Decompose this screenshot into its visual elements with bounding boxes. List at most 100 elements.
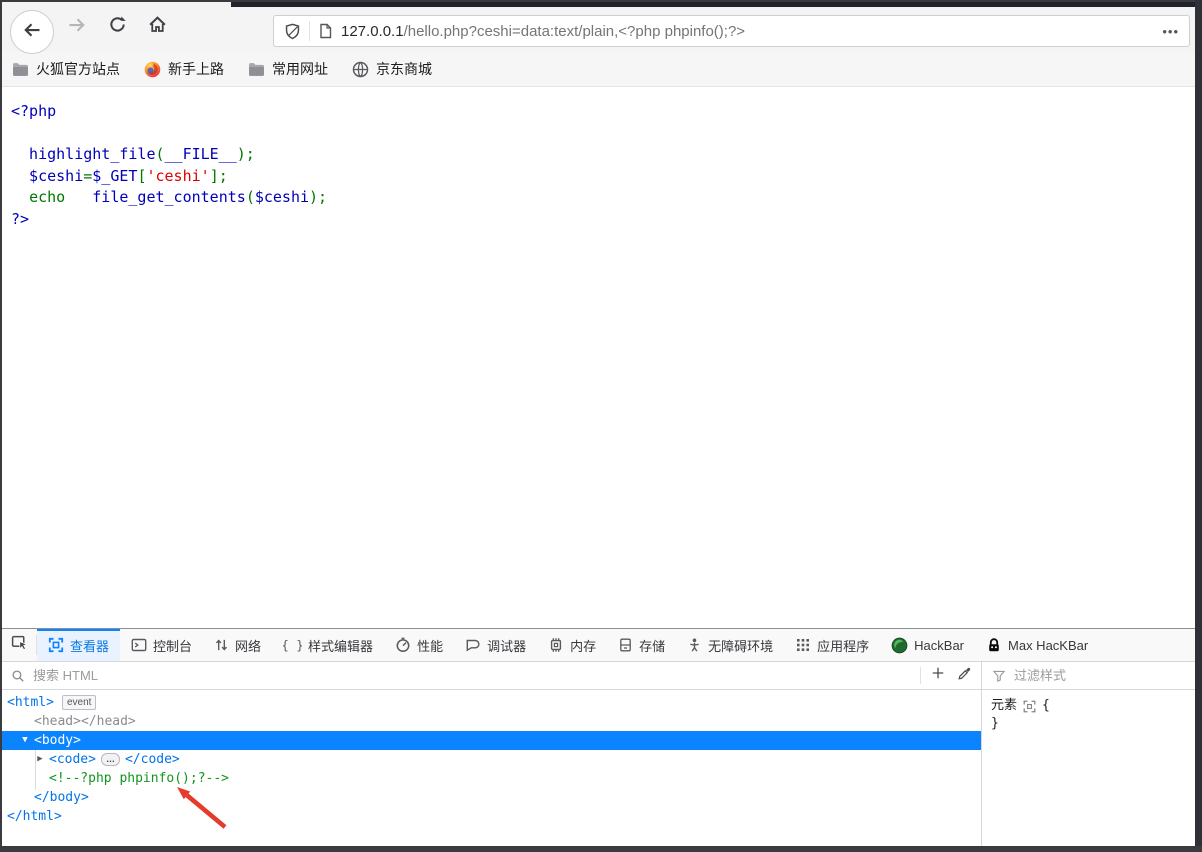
bookmark-item-common-sites[interactable]: 常用网址 bbox=[248, 59, 328, 79]
folder-icon bbox=[12, 62, 29, 77]
collapse-arrow-icon[interactable]: ▼ bbox=[19, 731, 31, 750]
code-token: ( bbox=[245, 188, 255, 206]
bookmark-label: 新手上路 bbox=[168, 61, 224, 77]
tab-storage[interactable]: 存储 bbox=[607, 629, 676, 661]
bookmark-item-firefox-official[interactable]: 火狐官方站点 bbox=[12, 59, 120, 79]
tab-application[interactable]: 应用程序 bbox=[784, 629, 880, 661]
tree-token: </code> bbox=[124, 752, 180, 767]
eyedropper-button[interactable] bbox=[951, 665, 977, 687]
devtools-body: <html> event <head></head> ▼ <body> ▶ <code>… <… bbox=[2, 690, 1195, 846]
tab-performance[interactable]: 性能 bbox=[384, 629, 454, 661]
tab-max-hackbar[interactable]: Max HacKBar bbox=[975, 629, 1099, 661]
forward-arrow-icon bbox=[67, 15, 87, 40]
tab-label: 存储 bbox=[639, 638, 666, 654]
window-frame-right bbox=[1195, 0, 1202, 852]
page-actions-button[interactable]: ••• bbox=[1154, 24, 1179, 39]
tab-hackbar[interactable]: HackBar bbox=[880, 629, 975, 661]
tracking-protection-icon[interactable] bbox=[284, 23, 301, 40]
tab-label: Max HacKBar bbox=[1008, 637, 1089, 653]
tree-row-html-close[interactable]: </html> bbox=[2, 807, 981, 826]
window-frame-left bbox=[0, 0, 2, 852]
tab-inspector[interactable]: 查看器 bbox=[37, 629, 121, 661]
reload-button[interactable] bbox=[103, 13, 131, 41]
code-token: 'ceshi' bbox=[146, 166, 210, 185]
tree-row-head[interactable]: <head></head> bbox=[2, 712, 981, 731]
accessibility-icon bbox=[687, 637, 702, 653]
reload-icon bbox=[108, 15, 127, 39]
home-button[interactable] bbox=[143, 13, 171, 41]
code-token: ?> bbox=[11, 209, 30, 228]
tree-token: </body> bbox=[34, 790, 89, 805]
performance-icon bbox=[395, 637, 411, 653]
devtools-toolbar: 查看器 控制台 网络 { } 样式编辑器 性能 调试器 内存 存储 无障碍环境 应用程序 HackBa… bbox=[2, 629, 1195, 662]
bookmark-item-jd-mall[interactable]: 京东商城 bbox=[352, 59, 432, 79]
tab-label: HackBar bbox=[914, 637, 965, 653]
code-token: = bbox=[83, 166, 93, 185]
code-token: echo bbox=[29, 188, 66, 206]
window-frame-top bbox=[0, 0, 1202, 2]
tab-label: 查看器 bbox=[70, 638, 110, 654]
memory-icon bbox=[548, 637, 564, 653]
search-icon bbox=[11, 669, 25, 683]
rule-selector: 元素 bbox=[991, 698, 1018, 713]
tree-row-html-open[interactable]: <html> event bbox=[2, 693, 981, 712]
tree-row-body-open[interactable]: ▼ <body> bbox=[2, 731, 981, 750]
add-node-button[interactable] bbox=[925, 665, 951, 687]
bookmark-label: 火狐官方站点 bbox=[36, 61, 120, 77]
tree-row-comment[interactable]: <!--?php phpinfo();?--> bbox=[2, 769, 981, 788]
lock-icon bbox=[986, 637, 1002, 654]
bookmark-item-getting-started[interactable]: 新手上路 bbox=[144, 59, 224, 79]
console-icon bbox=[131, 637, 147, 653]
event-badge[interactable]: event bbox=[61, 695, 97, 710]
code-line-4: echo file_get_contents($ceshi); bbox=[11, 187, 1195, 209]
tab-style-editor[interactable]: { } 样式编辑器 bbox=[272, 629, 384, 661]
tree-row-code[interactable]: ▶ <code> … </code> bbox=[2, 750, 981, 769]
eyedropper-icon bbox=[957, 666, 972, 686]
code-line-0: <?php bbox=[11, 101, 1195, 123]
tab-label: 控制台 bbox=[153, 638, 193, 654]
code-token: highlight_file bbox=[11, 145, 156, 163]
page-info-icon[interactable] bbox=[318, 23, 333, 39]
navigation-toolbar: 127.0.0.1/hello.php?ceshi=data:text/plai… bbox=[2, 2, 1195, 54]
tree-token: <body> bbox=[34, 733, 81, 748]
window-frame-bottom bbox=[0, 846, 1202, 852]
tree-row-body-close[interactable]: </body> bbox=[2, 788, 981, 807]
rule-brace-close: } bbox=[991, 716, 999, 731]
devtools-search-row bbox=[2, 662, 1195, 690]
collapsed-content-pill[interactable]: … bbox=[100, 753, 120, 766]
code-token: $ceshi bbox=[11, 166, 84, 185]
hackbar-icon bbox=[891, 637, 908, 654]
tab-debugger[interactable]: 调试器 bbox=[454, 629, 537, 661]
tab-console[interactable]: 控制台 bbox=[120, 629, 203, 661]
application-icon bbox=[795, 637, 811, 653]
expand-arrow-icon[interactable]: ▶ bbox=[34, 750, 46, 769]
back-button[interactable] bbox=[10, 10, 54, 54]
braces-icon: { } bbox=[283, 637, 302, 653]
tab-label: 调试器 bbox=[487, 638, 527, 654]
code-token: $_GET bbox=[92, 166, 138, 185]
selector-highlighter-icon[interactable] bbox=[1023, 700, 1036, 713]
search-html-input[interactable] bbox=[31, 667, 920, 684]
filter-styles-input[interactable] bbox=[1012, 667, 1195, 684]
tab-accessibility[interactable]: 无障碍环境 bbox=[676, 629, 784, 661]
url-bar[interactable]: 127.0.0.1/hello.php?ceshi=data:text/plai… bbox=[273, 15, 1190, 47]
code-line-2: highlight_file(__FILE__); bbox=[11, 144, 1195, 166]
devtools-panel: 查看器 控制台 网络 { } 样式编辑器 性能 调试器 内存 存储 无障碍环境 应用程序 HackBa… bbox=[2, 628, 1195, 846]
back-arrow-icon bbox=[22, 20, 42, 45]
pick-element-button[interactable] bbox=[2, 629, 36, 661]
tab-label: 网络 bbox=[235, 638, 262, 654]
url-text: 127.0.0.1/hello.php?ceshi=data:text/plai… bbox=[341, 23, 1146, 40]
tree-token: <html> bbox=[7, 695, 54, 710]
page-content: <?php highlight_file(__FILE__); $ceshi=$… bbox=[2, 87, 1195, 628]
forward-button[interactable] bbox=[63, 13, 91, 41]
url-path: /hello.php?ceshi=data:text/plain,<?php p… bbox=[403, 22, 746, 40]
code-token: $ceshi bbox=[254, 188, 310, 206]
tab-network[interactable]: 网络 bbox=[203, 629, 272, 661]
tab-memory[interactable]: 内存 bbox=[537, 629, 607, 661]
tab-label: 内存 bbox=[570, 638, 597, 654]
folder-icon bbox=[248, 62, 265, 77]
globe-icon bbox=[352, 61, 369, 78]
code-token: ); bbox=[236, 145, 255, 163]
